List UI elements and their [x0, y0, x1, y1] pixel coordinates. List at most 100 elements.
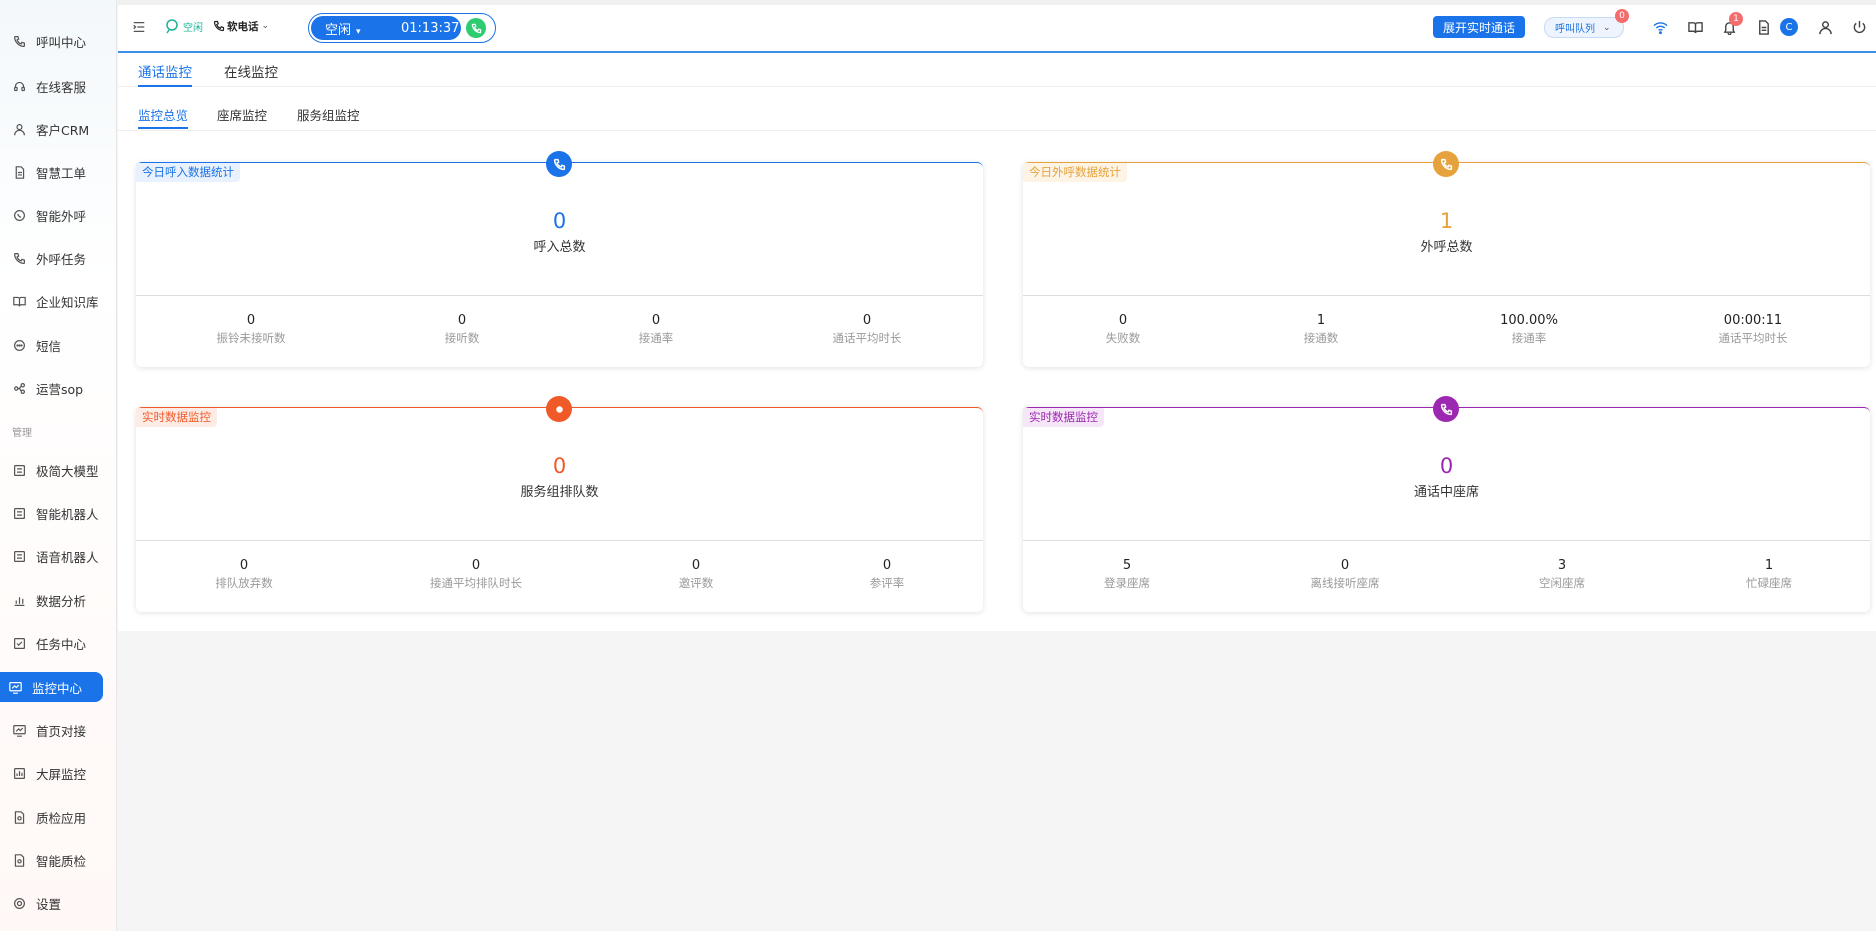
- stat-item: 5 登录座席: [1037, 558, 1217, 591]
- sidebar-item-qc-app[interactable]: 质检应用: [0, 802, 117, 832]
- sidebar-item-label: 呼叫中心: [36, 34, 87, 50]
- voice-robot-icon: [12, 549, 26, 563]
- card-realtime-queue: 实时数据监控 0 服务组排队数 0 排队放弃数 0 接通平均排队时长 0 邀评数 0 参…: [136, 396, 983, 612]
- whatsapp-icon: [12, 208, 26, 222]
- tab-online-monitor[interactable]: 在线监控: [224, 61, 278, 87]
- phone-task-icon: [12, 251, 26, 265]
- sidebar-item-label: 语音机器人: [36, 549, 99, 565]
- book-icon[interactable]: [1687, 19, 1703, 35]
- tab-agent-monitor[interactable]: 座席监控: [217, 105, 267, 129]
- stat-value: 0: [882, 558, 892, 573]
- queue-total-label: 服务组排队数: [520, 485, 599, 500]
- sidebar-item-big-screen[interactable]: 大屏监控: [0, 758, 117, 788]
- tab-service-group-monitor[interactable]: 服务组监控: [297, 105, 360, 129]
- stat-label: 接通数: [1303, 331, 1339, 345]
- secondary-tabs: 监控总览 座席监控 服务组监控: [118, 97, 1876, 131]
- card-divider: [1023, 540, 1870, 541]
- sidebar-item-label: 外呼任务: [36, 251, 87, 267]
- inbound-total-label: 呼入总数: [533, 240, 586, 255]
- sidebar-item-label: 运营sop: [36, 381, 84, 397]
- phone-talk-icon: [1433, 396, 1459, 422]
- expand-realtime-call-button[interactable]: 展开实时通话: [1433, 16, 1525, 38]
- talking-agents-label: 通话中座席: [1413, 485, 1479, 500]
- sidebar-item-data-analysis[interactable]: 数据分析: [0, 585, 117, 615]
- user-icon[interactable]: [1817, 19, 1833, 35]
- sidebar-item-label: 智慧工单: [36, 165, 87, 181]
- stat-item: 0 邀评数: [606, 558, 786, 591]
- document-icon: [12, 165, 26, 179]
- queue-total-value: 0: [552, 454, 567, 478]
- sidebar-item-label: 智能质检: [36, 853, 87, 869]
- stat-item: 0 参评率: [797, 558, 977, 591]
- sidebar-item-smart-outbound[interactable]: 智能外呼: [0, 200, 117, 230]
- sidebar-item-home-integration[interactable]: 首页对接: [0, 715, 117, 745]
- tab-call-monitor[interactable]: 通话监控: [138, 61, 192, 87]
- inspect-icon: [12, 810, 26, 824]
- card-divider: [136, 295, 983, 296]
- stat-label: 空闲座席: [1539, 576, 1585, 590]
- chat-status-icon: [164, 18, 180, 34]
- power-icon[interactable]: [1851, 19, 1867, 35]
- sidebar-item-chatbot[interactable]: 智能机器人: [0, 498, 117, 528]
- stat-item: 0 接通率: [566, 313, 746, 346]
- stat-value: 0: [246, 313, 256, 328]
- sidebar-item-label: 在线客服: [36, 79, 87, 95]
- sidebar-item-operation-sop[interactable]: 运营sop: [0, 373, 117, 403]
- card-outbound-stats: 今日外呼数据统计 1 外呼总数 0 失败数 1 接通数 100.00% 接通率 00:…: [1023, 151, 1870, 367]
- queue-badge: 0: [1615, 9, 1629, 23]
- sidebar-item-label: 短信: [36, 338, 62, 354]
- stat-item: 100.00% 接通率: [1439, 313, 1619, 346]
- stat-item: 0 离线接听座席: [1255, 558, 1435, 591]
- message-icon: [12, 338, 26, 352]
- tab-overview[interactable]: 监控总览: [138, 105, 189, 129]
- stat-value: 0: [862, 313, 872, 328]
- sidebar-item-sms[interactable]: 短信: [0, 330, 117, 360]
- sidebar-item-smart-qc[interactable]: 智能质检: [0, 845, 117, 875]
- sidebar-item-task-center[interactable]: 任务中心: [0, 628, 117, 658]
- sidebar-item-crm[interactable]: 客户CRM: [0, 114, 117, 144]
- answer-call-button[interactable]: [466, 18, 486, 38]
- card-tag: 今日呼入数据统计: [136, 163, 240, 182]
- sidebar-item-voice-robot[interactable]: 语音机器人: [0, 541, 117, 571]
- sidebar-item-label: 智能外呼: [36, 208, 87, 224]
- sidebar-item-call-center[interactable]: 呼叫中心: [0, 26, 117, 56]
- stat-label: 接通率: [1511, 331, 1547, 345]
- flow-icon: [12, 381, 26, 395]
- sidebar-item-online-service[interactable]: 在线客服: [0, 71, 117, 101]
- stat-label: 忙碌座席: [1746, 576, 1792, 590]
- sidebar-item-llm[interactable]: 极简大模型: [0, 455, 117, 485]
- card-realtime-agents: 实时数据监控 0 通话中座席 5 登录座席 0 离线接听座席 3 空闲座席 1 忙碌座席: [1023, 396, 1870, 612]
- stat-value: 0: [651, 313, 661, 328]
- robot-icon: [12, 506, 26, 520]
- chevron-down-icon: ⌄: [1603, 22, 1611, 33]
- wifi-icon[interactable]: [1652, 19, 1668, 35]
- notification-badge: 1: [1729, 12, 1743, 26]
- top-header: 空闲 软电话 ⌄ 空闲 ▾ 01:13:37 展开实时通话 呼叫队列 ⌄ 0 1 …: [118, 0, 1876, 53]
- agent-status[interactable]: 空闲 软电话 ⌄: [164, 18, 269, 34]
- document-icon[interactable]: [1755, 19, 1771, 35]
- sidebar-item-label: 设置: [36, 896, 62, 912]
- top-strip: [118, 0, 1876, 5]
- call-queue-select[interactable]: 呼叫队列 ⌄: [1544, 17, 1624, 38]
- book-icon: [12, 294, 26, 308]
- card-inbound-stats: 今日呼入数据统计 0 呼入总数 0 振铃未接听数 0 接听数 0 接通率 0 通话平均时…: [136, 151, 983, 367]
- stat-value: 0: [691, 558, 701, 573]
- sidebar-item-outbound-task[interactable]: 外呼任务: [0, 243, 117, 273]
- sidebar: 呼叫中心 在线客服 客户CRM 智慧工单 智能外呼 外呼任务 企业知识库 短信 …: [0, 0, 117, 931]
- sidebar-item-knowledge-base[interactable]: 企业知识库: [0, 286, 117, 316]
- sidebar-item-work-order[interactable]: 智慧工单: [0, 157, 117, 187]
- stat-value: 1: [1316, 313, 1326, 328]
- stat-value: 100.00%: [1500, 313, 1558, 328]
- stat-item: 0 通话平均时长: [777, 313, 957, 346]
- stat-item: 0 排队放弃数: [154, 558, 334, 591]
- sidebar-item-monitor-center[interactable]: 监控中心: [0, 672, 103, 702]
- stat-item: 3 空闲座席: [1472, 558, 1652, 591]
- stat-value: 5: [1122, 558, 1132, 573]
- headset-icon: [12, 79, 26, 93]
- call-state-label: 空闲: [325, 22, 352, 38]
- menu-collapse-icon[interactable]: [132, 20, 146, 34]
- call-state-dropdown[interactable]: 空闲 ▾ 01:13:37: [311, 16, 461, 40]
- avatar[interactable]: C: [1780, 18, 1798, 36]
- sidebar-item-settings[interactable]: 设置: [0, 888, 117, 918]
- stat-label: 失败数: [1105, 331, 1141, 345]
